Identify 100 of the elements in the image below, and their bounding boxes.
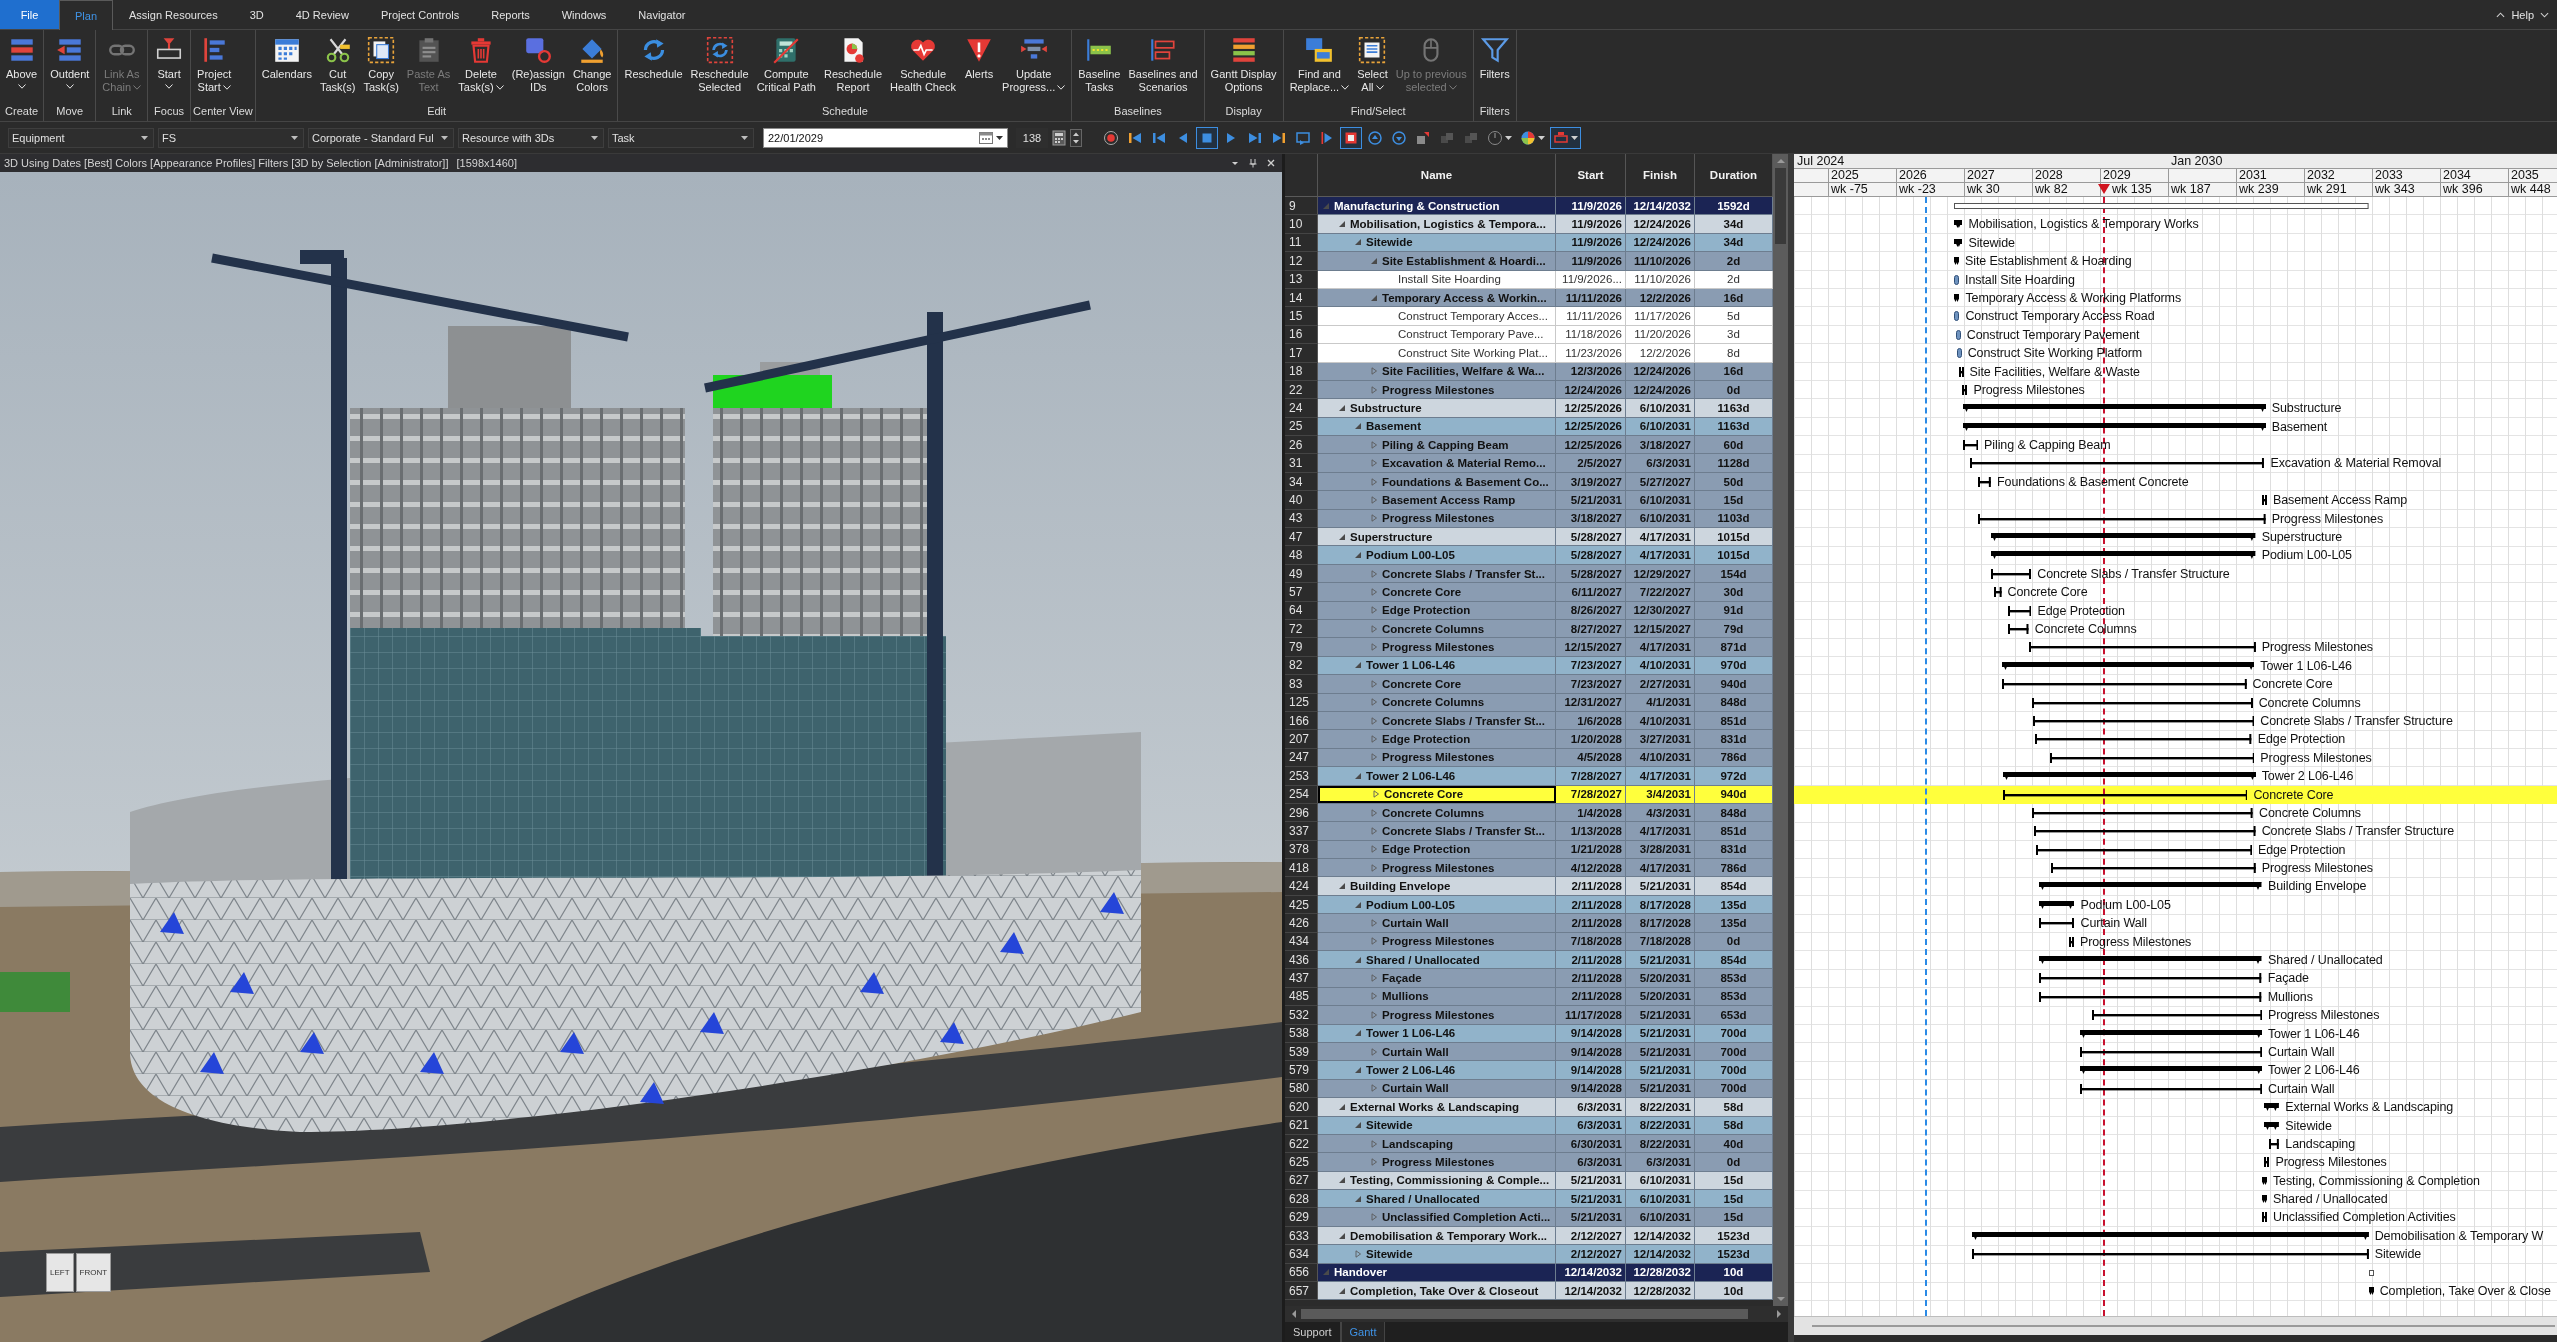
table-row[interactable]: External Works & Landscaping 6/3/2031 8/22/2031 58d [1318, 1098, 1773, 1117]
tree-toggle-icon[interactable] [1370, 643, 1378, 652]
tree-toggle-icon[interactable] [1370, 863, 1378, 872]
tree-toggle-icon[interactable] [1370, 624, 1378, 633]
table-row[interactable]: Progress Milestones 4/12/2028 4/17/2031 786d [1318, 859, 1773, 878]
task-bar[interactable] [1954, 273, 1960, 286]
tree-toggle-icon[interactable] [1370, 459, 1378, 468]
rolled-up-bar[interactable] [2001, 678, 2247, 691]
view-cube-face[interactable]: LEFT [46, 1253, 74, 1292]
rolled-up-bar[interactable] [1991, 567, 2032, 580]
ribbon-button[interactable]: Gantt Display Options [1206, 33, 1281, 96]
ribbon-button[interactable]: Select All [1353, 33, 1392, 96]
summary-bar[interactable] [2039, 880, 2262, 893]
dropdown[interactable]: Equipment [8, 127, 154, 148]
ribbon-button[interactable]: Delete Task(s) [454, 33, 508, 96]
table-row[interactable]: Progress Milestones 11/17/2028 5/21/2031 653d [1318, 1006, 1773, 1025]
ribbon-button[interactable]: Reschedule Selected [686, 33, 753, 96]
tree-toggle-icon[interactable] [1370, 569, 1378, 578]
tree-toggle-icon[interactable] [1338, 1176, 1346, 1185]
rolled-up-bar[interactable] [2068, 935, 2074, 948]
tree-toggle-icon[interactable] [1370, 845, 1378, 854]
summary-bar[interactable] [1962, 402, 2266, 415]
rolled-up-bar[interactable] [2039, 990, 2262, 1003]
table-row[interactable]: Tower 2 L06-L46 7/28/2027 4/17/2031 972d [1318, 767, 1773, 786]
menu-tab[interactable]: Navigator [622, 0, 702, 29]
tree-toggle-icon[interactable] [1370, 1047, 1378, 1056]
table-row[interactable]: Basement Access Ramp 5/21/2031 6/10/2031 15d [1318, 491, 1773, 510]
rolled-up-bar[interactable] [2269, 1137, 2280, 1150]
column-header[interactable]: Name [1318, 154, 1556, 196]
rolled-up-bar[interactable] [2050, 862, 2256, 875]
tree-toggle-icon[interactable] [1370, 495, 1378, 504]
table-row[interactable]: Concrete Core 7/23/2027 2/27/2031 940d [1318, 675, 1773, 694]
table-row[interactable]: Concrete Slabs / Transfer St... 1/13/2028 4/17/2031 851d [1318, 822, 1773, 841]
calendar-icon[interactable] [979, 131, 993, 144]
summary-bar[interactable] [2264, 1119, 2280, 1132]
table-row[interactable]: Mobilisation, Logistics & Tempora... 11/9/2026 12/24/2026 34d [1318, 215, 1773, 234]
rolled-up-bar[interactable] [2034, 825, 2256, 838]
tree-toggle-icon[interactable] [1354, 1121, 1362, 1130]
tree-toggle-icon[interactable] [1338, 404, 1346, 412]
tree-toggle-icon[interactable] [1354, 955, 1362, 964]
tree-toggle-icon[interactable] [1370, 440, 1378, 449]
table-row[interactable]: Curtain Wall 2/11/2028 8/17/2028 135d [1318, 914, 1773, 933]
rolled-up-bar[interactable] [2091, 1009, 2262, 1022]
tree-toggle-icon[interactable] [1370, 514, 1378, 523]
tree-toggle-icon[interactable] [1370, 1084, 1378, 1093]
ribbon-button[interactable]: Change Colors [568, 33, 616, 96]
rolled-up-bar[interactable] [2028, 641, 2256, 654]
ribbon-button[interactable]: Compute Critical Path [752, 33, 820, 96]
menu-tab[interactable]: Windows [545, 0, 623, 29]
menu-tab[interactable]: 3D [233, 0, 280, 29]
summary-bar[interactable] [1954, 236, 1963, 249]
summary-bar[interactable] [1991, 531, 2256, 544]
dropdown[interactable]: Corporate - Standard Ful [308, 127, 454, 148]
rolled-up-bar[interactable] [1962, 439, 1979, 452]
horizontal-scrollbar[interactable] [1794, 1316, 2557, 1335]
summary-bar[interactable] [1991, 549, 2256, 562]
table-row[interactable]: Shared / Unallocated 2/11/2028 5/21/2031 854d [1318, 951, 1773, 970]
scrollbar-thumb[interactable] [1775, 168, 1786, 244]
scroll-left-icon[interactable] [1291, 1309, 1297, 1319]
ribbon-button[interactable]: Start [150, 33, 189, 91]
view-tab[interactable]: Support [1285, 1322, 1341, 1342]
table-row[interactable]: Building Envelope 2/11/2028 5/21/2031 854d [1318, 877, 1773, 896]
rolled-up-bar[interactable] [2039, 917, 2075, 930]
tree-toggle-icon[interactable] [1370, 477, 1378, 486]
rolled-up-bar[interactable] [2039, 972, 2262, 985]
rolled-up-bar[interactable] [1978, 475, 1992, 488]
table-row[interactable]: Construct Site Working Plat... 11/23/2026 12/2/2026 8d [1318, 344, 1773, 363]
summary-bar[interactable] [2264, 1101, 2280, 1114]
summary-bar[interactable] [1971, 1229, 2369, 1242]
ribbon-button[interactable]: Cut Task(s) [315, 33, 360, 96]
tree-toggle-icon[interactable] [1372, 790, 1380, 799]
view-cube-face[interactable]: FRONT [75, 1253, 112, 1292]
menu-tab[interactable]: Plan [59, 0, 114, 30]
tree-toggle-icon[interactable] [1338, 1231, 1346, 1240]
ribbon-button[interactable]: Reschedule Report [819, 33, 887, 96]
tree-toggle-icon[interactable] [1370, 974, 1378, 983]
tree-toggle-icon[interactable] [1354, 1249, 1362, 1258]
tree-toggle-icon[interactable] [1354, 422, 1362, 431]
rolled-up-bar[interactable] [2261, 1211, 2267, 1224]
rolled-up-bar[interactable] [2261, 494, 2267, 507]
table-row[interactable]: Progress Milestones 12/15/2027 4/17/2031 871d [1318, 638, 1773, 657]
dropdown[interactable]: Resource with 3Ds [458, 127, 604, 148]
tree-toggle-icon[interactable] [1370, 826, 1378, 835]
scrollbar-thumb[interactable] [1812, 1325, 2555, 1327]
ribbon-button[interactable]: Alerts [960, 33, 999, 83]
tree-toggle-icon[interactable] [1338, 882, 1346, 891]
rolled-up-bar[interactable] [1970, 457, 2265, 470]
table-row[interactable]: Progress Milestones 6/3/2031 6/3/2031 0d [1318, 1153, 1773, 1172]
ribbon-button[interactable]: Find and Replace... [1285, 33, 1354, 96]
tree-toggle-icon[interactable] [1370, 1213, 1378, 1222]
ribbon-button[interactable]: Project Start [193, 33, 236, 96]
ribbon-button[interactable]: Calendars [257, 33, 316, 83]
calculator-icon[interactable] [1052, 129, 1066, 146]
menu-tab[interactable]: Reports [475, 0, 546, 29]
tree-toggle-icon[interactable] [1354, 1066, 1362, 1075]
table-row[interactable]: Sitewide 2/12/2027 12/14/2032 1523d [1318, 1245, 1773, 1264]
project-bar[interactable] [1954, 200, 2369, 212]
menu-tab[interactable]: Project Controls [364, 0, 476, 29]
tree-toggle-icon[interactable] [1370, 1139, 1378, 1148]
tree-toggle-icon[interactable] [1322, 1268, 1330, 1277]
